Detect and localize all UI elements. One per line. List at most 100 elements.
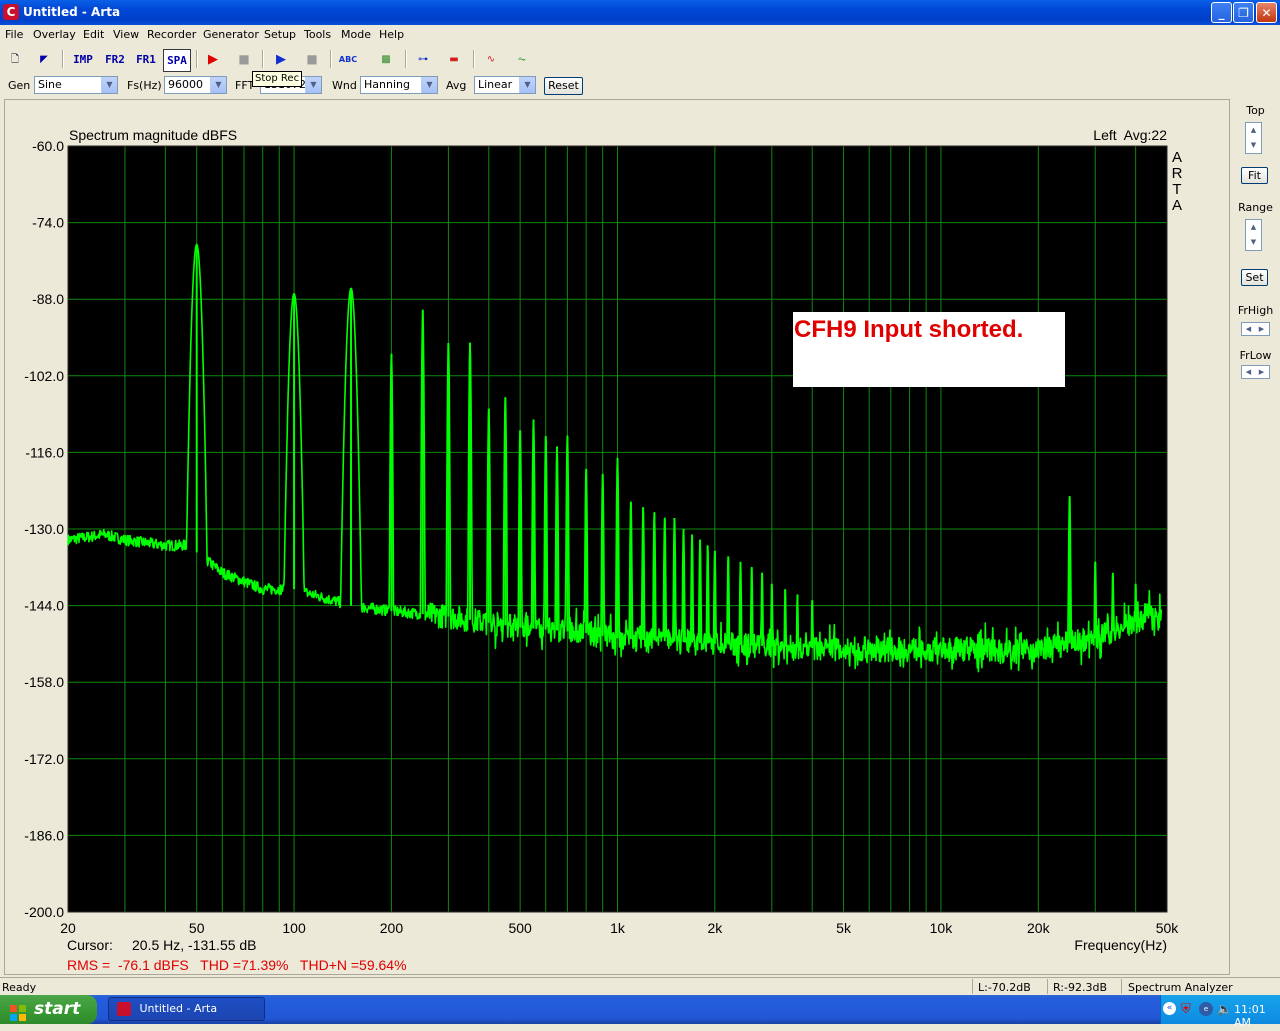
speaker-icon[interactable]: 🔈 — [1217, 1002, 1232, 1016]
title-bar[interactable] — [0, 0, 1280, 25]
y-tick-label: -74.0 — [32, 215, 64, 231]
status-mode: Spectrum Analyzer — [1128, 981, 1233, 994]
menu-mode[interactable]: Mode — [341, 28, 371, 41]
arrow-up-icon[interactable]: ▲ — [1246, 123, 1261, 138]
menu-recorder[interactable]: Recorder — [147, 28, 196, 41]
y-tick-label: -186.0 — [24, 827, 64, 843]
scope-icon[interactable]: ⏦ — [511, 49, 533, 70]
channel-info: Left Avg:22 — [1093, 127, 1167, 143]
imp-mode-button[interactable]: IMP — [70, 49, 96, 70]
app-icon — [117, 1002, 131, 1016]
fs-label: Fs(Hz) — [127, 79, 162, 92]
stop-rec-icon[interactable]: ■ — [301, 49, 323, 70]
record-play-icon[interactable]: ▶ — [202, 49, 224, 70]
fs-select[interactable]: 96000 ▼ — [164, 76, 227, 94]
x-tick-label: 1k — [610, 920, 626, 936]
chevron-down-icon[interactable]: ▼ — [101, 77, 117, 93]
fr1-mode-button[interactable]: FR1 — [133, 49, 159, 70]
frlow-spinner[interactable]: ◀ ▶ — [1241, 365, 1270, 379]
fr2-mode-button[interactable]: FR2 — [102, 49, 128, 70]
watermark-letter: R — [1172, 165, 1183, 182]
gen-value: Sine — [38, 78, 62, 91]
chevron-down-icon[interactable]: ▼ — [421, 77, 437, 93]
spa-mode-button[interactable]: SPA — [163, 49, 191, 72]
avg-select[interactable]: Linear ▼ — [474, 76, 536, 94]
shield-icon[interactable]: ⛨ — [1181, 1002, 1191, 1017]
app-icon[interactable]: C — [3, 4, 19, 20]
menu-tools[interactable]: Tools — [304, 28, 331, 41]
chevron-left-icon[interactable]: « — [1163, 1002, 1176, 1015]
avg-label: Avg — [446, 79, 467, 92]
set-button[interactable]: Set — [1241, 269, 1268, 286]
stop-icon[interactable]: ■ — [233, 49, 255, 70]
menu-generator[interactable]: Generator — [203, 28, 259, 41]
menu-file[interactable]: File — [5, 28, 23, 41]
wnd-select[interactable]: Hanning ▼ — [360, 76, 438, 94]
status-ready: Ready — [2, 981, 37, 994]
status-left-level: L:-70.2dB — [978, 981, 1031, 994]
chart-title: Spectrum magnitude dBFS — [69, 127, 237, 143]
x-axis-label: Frequency(Hz) — [1074, 937, 1167, 953]
minimize-icon[interactable]: _ — [1211, 2, 1232, 23]
x-tick-label: 50 — [189, 920, 205, 936]
wnd-value: Hanning — [364, 78, 410, 91]
annotation-text: CFH9 Input shorted. — [794, 316, 1023, 343]
new-file-icon[interactable]: 🗋 — [4, 49, 26, 70]
menu-bar: File Overlay Edit View Recorder Generato… — [0, 25, 1280, 45]
arrow-down-icon[interactable]: ▼ — [1246, 138, 1261, 153]
menu-help[interactable]: Help — [379, 28, 404, 41]
start-label: start — [34, 999, 81, 1019]
clock: 11:01 AM — [1234, 1003, 1266, 1029]
arrow-left-icon[interactable]: ◀ — [1242, 366, 1255, 378]
fit-button[interactable]: Fit — [1241, 167, 1268, 184]
waveform-icon[interactable]: ∿ — [480, 49, 502, 70]
top-spinner[interactable]: ▲ ▼ — [1245, 122, 1262, 154]
chevron-down-icon[interactable]: ▼ — [210, 77, 226, 93]
watermark-letter: T — [1172, 181, 1181, 198]
x-tick-label: 20 — [60, 920, 76, 936]
y-tick-label: -200.0 — [24, 904, 64, 920]
menu-view[interactable]: View — [113, 28, 139, 41]
taskbar-item-arta[interactable]: Untitled - Arta — [108, 997, 265, 1021]
avg-value: Linear — [478, 78, 513, 91]
reset-button[interactable]: Reset — [544, 77, 583, 95]
arrow-left-icon[interactable]: ◀ — [1242, 323, 1255, 335]
close-icon[interactable]: ✕ — [1256, 2, 1277, 23]
restore-icon[interactable]: ❐ — [1233, 2, 1254, 23]
start-button[interactable]: start — [0, 995, 97, 1024]
play-icon[interactable]: ▶ — [270, 49, 292, 70]
cursor-label: Cursor: — [67, 937, 113, 953]
menu-edit[interactable]: Edit — [83, 28, 104, 41]
range-spinner[interactable]: ▲ ▼ — [1245, 219, 1262, 251]
abc-icon[interactable]: ABC — [337, 49, 359, 70]
x-tick-label: 2k — [707, 920, 723, 936]
arrow-right-icon[interactable]: ▶ — [1255, 366, 1268, 378]
toolbar: 🗋 ◤ IMP FR2 FR1 SPA ▶ ■ ▶ ■ ABC ▩ ⊶ ▬ ∿ … — [0, 46, 1280, 72]
controls-bar: Gen Sine▼ Fs(Hz) 96000▼ FFT 131072▼ Wnd … — [0, 74, 1280, 98]
chevron-down-icon[interactable]: ▼ — [305, 77, 321, 93]
menu-overlay[interactable]: Overlay — [33, 28, 76, 41]
x-tick-label: 10k — [930, 920, 954, 936]
slider-icon[interactable]: ⊶ — [412, 49, 434, 70]
frhigh-spinner[interactable]: ◀ ▶ — [1241, 322, 1270, 336]
tooltip: Stop Rec — [252, 71, 303, 87]
frlow-label: FrLow — [1239, 349, 1272, 362]
spectrum-chart[interactable]: -60.0 -74.0 -88.0 -102.0 -116.0 -130.0 -144.0 -… — [5, 100, 1229, 974]
y-tick-label: -158.0 — [24, 674, 64, 690]
y-tick-label: -60.0 — [32, 138, 64, 154]
gen-select[interactable]: Sine ▼ — [34, 76, 118, 94]
arrow-down-icon[interactable]: ▼ — [1246, 235, 1261, 250]
menu-setup[interactable]: Setup — [264, 28, 296, 41]
grid-icon[interactable]: ▩ — [375, 49, 397, 70]
taskbar-item-label: Untitled - Arta — [139, 1002, 218, 1015]
x-tick-label: 500 — [508, 920, 532, 936]
arrow-up-icon[interactable]: ▲ — [1246, 220, 1261, 235]
meter-icon[interactable]: ▬ — [443, 49, 465, 70]
eset-icon[interactable]: e — [1199, 1002, 1213, 1016]
y-tick-label: -116.0 — [25, 444, 64, 460]
watermark-letter: A — [1172, 197, 1182, 214]
plot-panel[interactable]: -60.0 -74.0 -88.0 -102.0 -116.0 -130.0 -144.0 -… — [4, 99, 1230, 975]
open-icon[interactable]: ◤ — [33, 49, 55, 70]
arrow-right-icon[interactable]: ▶ — [1255, 323, 1268, 335]
chevron-down-icon[interactable]: ▼ — [519, 77, 535, 93]
